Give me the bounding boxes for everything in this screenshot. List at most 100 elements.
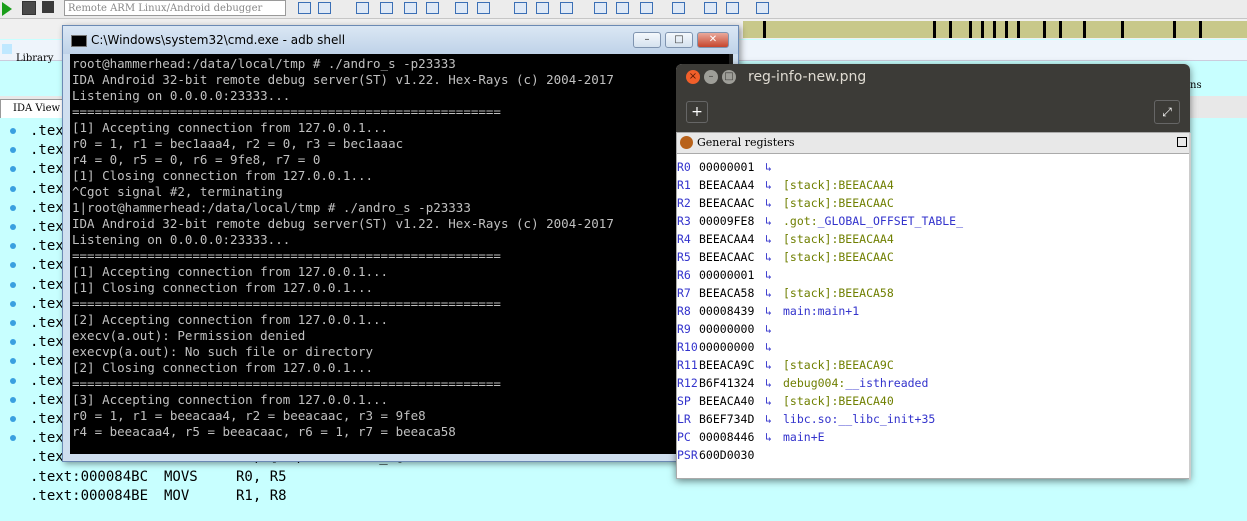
register-reference[interactable]: [stack]:BEEACAA4: [783, 176, 894, 194]
listing-line[interactable]: .tex: [30, 276, 64, 295]
toolbar-icon-8[interactable]: [594, 2, 607, 14]
register-row[interactable]: R9 00000000 ↳: [677, 320, 1177, 338]
navigation-band[interactable]: [743, 21, 1247, 38]
listing-line[interactable]: .tex: [30, 199, 64, 218]
listing-line[interactable]: .tex: [30, 160, 64, 179]
viewer-scrollbar[interactable]: [1189, 133, 1191, 480]
cmd-close-button[interactable]: ✕: [697, 32, 729, 48]
listing-line[interactable]: .tex: [30, 141, 64, 160]
toolbar-icon-11[interactable]: [672, 2, 685, 14]
listing-line[interactable]: .tex: [30, 122, 64, 141]
toolbar-icon-6[interactable]: [536, 2, 549, 14]
toolbar-icon-4[interactable]: [477, 2, 490, 14]
register-reference[interactable]: [stack]:BEEACAA4: [783, 230, 894, 248]
cmd-minimize-button[interactable]: –: [633, 32, 661, 48]
listing-line[interactable]: .tex: [30, 333, 64, 352]
register-reference[interactable]: libc.so:__libc_init+35: [783, 410, 935, 428]
fullscreen-icon[interactable]: ⤢: [1154, 100, 1180, 124]
breakpoint-marker[interactable]: [10, 243, 16, 250]
toolbar-icon-9[interactable]: [616, 2, 629, 14]
toolbar-icon-14[interactable]: [756, 2, 769, 14]
toolbar-icon-1[interactable]: [298, 2, 311, 14]
register-row[interactable]: PSR 600D0030: [677, 446, 1177, 464]
run-to-cursor-icon[interactable]: [404, 2, 417, 14]
listing-line[interactable]: .tex: [30, 410, 64, 429]
listing-line[interactable]: .tex: [30, 391, 64, 410]
toolbar-icon-13[interactable]: [726, 2, 739, 14]
toolbar-icon-10[interactable]: [640, 2, 653, 14]
breakpoint-marker[interactable]: [10, 377, 16, 384]
cmd-maximize-button[interactable]: □: [665, 32, 693, 48]
listing-line[interactable]: .tex: [30, 256, 64, 275]
register-row[interactable]: R7 BEEACA58 ↳ [stack]:BEEACA58: [677, 284, 1177, 302]
listing-line[interactable]: .text:000084BC MOVS R0, R5: [30, 468, 287, 487]
viewer-minimize-button[interactable]: –: [704, 70, 718, 84]
start-process-icon[interactable]: [2, 2, 12, 16]
listing-line[interactable]: .text:000084BE MOV R1, R8: [30, 487, 287, 506]
toolbar-icon-3[interactable]: [455, 2, 468, 14]
toolbar-icon-5[interactable]: [514, 2, 527, 14]
listing-line[interactable]: .tex: [30, 372, 64, 391]
breakpoint-marker[interactable]: [10, 166, 16, 173]
viewer-close-button[interactable]: ×: [686, 70, 700, 84]
register-row[interactable]: R2 BEEACAAC ↳ [stack]:BEEACAAC: [677, 194, 1177, 212]
register-reference[interactable]: debug004:__isthreaded: [783, 374, 928, 392]
cmd-console[interactable]: root@hammerhead:/data/local/tmp # ./andr…: [70, 54, 733, 454]
breakpoint-marker[interactable]: [10, 147, 16, 154]
viewer-titlebar[interactable]: × – □ reg-info-new.png: [676, 64, 1190, 92]
debugger-select[interactable]: Remote ARM Linux/Android debugger: [64, 0, 286, 16]
add-icon[interactable]: +: [686, 101, 708, 123]
listing-line[interactable]: .tex: [30, 352, 64, 371]
toolbar-icon-2[interactable]: [318, 2, 331, 14]
viewer-maximize-button[interactable]: □: [722, 70, 736, 84]
register-reference[interactable]: [stack]:BEEACA58: [783, 284, 894, 302]
step-over-icon[interactable]: [380, 2, 393, 14]
register-row[interactable]: R11 BEEACA9C ↳ [stack]:BEEACA9C: [677, 356, 1177, 374]
breakpoint-marker[interactable]: [10, 185, 16, 192]
register-row[interactable]: R10 00000000 ↳: [677, 338, 1177, 356]
return-to-caller-icon[interactable]: [426, 2, 439, 14]
pause-process-icon[interactable]: [22, 1, 36, 15]
register-reference[interactable]: main+E: [783, 428, 825, 446]
register-reference[interactable]: main:main+1: [783, 302, 859, 320]
register-row[interactable]: R1 BEEACAA4 ↳ [stack]:BEEACAA4: [677, 176, 1177, 194]
breakpoint-marker[interactable]: [10, 262, 16, 269]
listing-line[interactable]: .tex: [30, 295, 64, 314]
cmd-titlebar[interactable]: C:\Windows\system32\cmd.exe - adb shell …: [63, 26, 738, 54]
breakpoint-marker[interactable]: [10, 224, 16, 230]
breakpoint-marker[interactable]: [10, 435, 16, 442]
breakpoint-marker[interactable]: [10, 320, 16, 326]
register-row[interactable]: R8 00008439 ↳ main:main+1: [677, 302, 1177, 320]
listing-line[interactable]: .tex: [30, 218, 64, 237]
breakpoint-marker[interactable]: [10, 281, 16, 288]
register-row[interactable]: PC 00008446 ↳ main+E: [677, 428, 1177, 446]
toolbar-icon-7[interactable]: [560, 2, 573, 14]
listing-line[interactable]: .tex: [30, 180, 64, 199]
breakpoint-marker[interactable]: [10, 204, 16, 211]
breakpoint-marker[interactable]: [10, 396, 16, 403]
breakpoint-marker[interactable]: [10, 416, 16, 422]
register-reference[interactable]: [stack]:BEEACA40: [783, 392, 894, 410]
breakpoint-marker[interactable]: [10, 339, 16, 346]
register-row[interactable]: R5 BEEACAAC ↳ [stack]:BEEACAAC: [677, 248, 1177, 266]
register-row[interactable]: LR B6EF734D ↳ libc.so:__libc_init+35: [677, 410, 1177, 428]
listing-line[interactable]: .tex: [30, 429, 64, 448]
register-row[interactable]: SP BEEACA40 ↳ [stack]:BEEACA40: [677, 392, 1177, 410]
terminate-process-icon[interactable]: [42, 1, 54, 13]
tab-partial-label[interactable]: ns: [1190, 80, 1202, 91]
toolbar-icon-12[interactable]: [704, 2, 717, 14]
register-row[interactable]: R0 00000001 ↳: [677, 158, 1177, 176]
image-viewer-window[interactable]: × – □ reg-info-new.png + ⤢ General regis…: [676, 64, 1191, 480]
listing-line[interactable]: .tex: [30, 314, 64, 333]
tab-ida-view[interactable]: IDA View: [0, 99, 68, 118]
register-row[interactable]: R3 00009FE8 ↳ .got:_GLOBAL_OFFSET_TABLE_: [677, 212, 1177, 230]
register-row[interactable]: R6 00000001 ↳: [677, 266, 1177, 284]
register-row[interactable]: R4 BEEACAA4 ↳ [stack]:BEEACAA4: [677, 230, 1177, 248]
register-row[interactable]: R12 B6F41324 ↳ debug004:__isthreaded: [677, 374, 1177, 392]
breakpoint-marker[interactable]: [10, 128, 16, 134]
breakpoint-marker[interactable]: [10, 358, 16, 365]
breakpoint-marker[interactable]: [10, 300, 16, 307]
register-reference[interactable]: [stack]:BEEACA9C: [783, 356, 894, 374]
register-reference[interactable]: .got:_GLOBAL_OFFSET_TABLE_: [783, 212, 963, 230]
cmd-window[interactable]: C:\Windows\system32\cmd.exe - adb shell …: [62, 25, 739, 462]
